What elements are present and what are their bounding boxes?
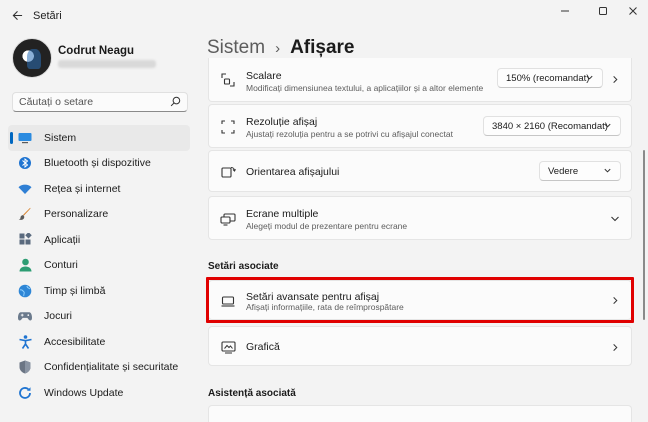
shield-icon bbox=[18, 360, 32, 374]
page-title: Afișare bbox=[290, 37, 355, 58]
sidebar-item-personalization[interactable]: Personalizare bbox=[8, 202, 190, 228]
setting-subtitle: Alegeți modul de prezentare pentru ecran… bbox=[246, 221, 408, 231]
maximize-icon bbox=[599, 7, 607, 15]
sidebar-item-label: Timp și limbă bbox=[44, 284, 106, 297]
sidebar-item-label: Aplicații bbox=[44, 233, 81, 246]
setting-card-resolution: Rezoluție afișaj Ajustați rezoluția pent… bbox=[208, 104, 632, 148]
setting-title: Orientarea afișajului bbox=[246, 166, 340, 178]
chevron-right-icon[interactable] bbox=[610, 342, 620, 352]
scale-dropdown[interactable]: 150% (recomandat) bbox=[497, 68, 603, 88]
update-icon bbox=[18, 386, 32, 400]
sidebar-item-label: Jocuri bbox=[44, 310, 73, 323]
breadcrumb-parent[interactable]: Sistem bbox=[207, 37, 265, 59]
resolution-dropdown[interactable]: 3840 × 2160 (Recomandat) bbox=[483, 116, 621, 136]
scrollbar[interactable] bbox=[643, 150, 645, 320]
sidebar-item-apps[interactable]: Aplicații bbox=[8, 227, 190, 253]
globe-icon bbox=[18, 284, 32, 298]
highlight-box bbox=[206, 277, 634, 323]
search-box[interactable] bbox=[12, 92, 188, 112]
app-title: Setări bbox=[33, 10, 62, 22]
setting-card-support[interactable] bbox=[208, 405, 632, 422]
sidebar-item-privacy[interactable]: Confidențialitate și securitate bbox=[8, 355, 190, 381]
gamepad-icon bbox=[18, 309, 32, 323]
wifi-icon bbox=[18, 182, 32, 196]
person-icon bbox=[18, 258, 32, 272]
sidebar-item-accounts[interactable]: Conturi bbox=[8, 253, 190, 279]
setting-subtitle: Ajustați rezoluția pentru a se potrivi c… bbox=[246, 129, 453, 139]
chevron-down-icon bbox=[604, 123, 611, 128]
close-icon bbox=[629, 7, 637, 15]
section-heading-related: Setări asociate bbox=[208, 261, 279, 272]
sidebar-item-sistem[interactable]: Sistem bbox=[8, 125, 190, 151]
setting-title: Ecrane multiple bbox=[246, 208, 319, 220]
sidebar-item-label: Personalizare bbox=[44, 208, 109, 221]
setting-title: Grafică bbox=[246, 341, 280, 353]
setting-card-graphics[interactable]: Grafică bbox=[208, 326, 632, 366]
sidebar-item-network[interactable]: Rețea și internet bbox=[8, 176, 190, 202]
back-button[interactable] bbox=[8, 6, 26, 24]
bluetooth-icon bbox=[18, 156, 32, 170]
setting-title: Scalare bbox=[246, 70, 282, 82]
sidebar-item-label: Bluetooth și dispozitive bbox=[44, 157, 151, 170]
sidebar-item-label: Accesibilitate bbox=[44, 335, 106, 348]
chevron-right-icon: › bbox=[275, 39, 281, 57]
orientation-dropdown[interactable]: Vedere bbox=[539, 161, 621, 181]
chevron-right-icon[interactable] bbox=[610, 74, 620, 84]
sidebar-item-label: Windows Update bbox=[44, 386, 124, 399]
graphics-icon bbox=[220, 339, 236, 355]
sidebar-item-accessibility[interactable]: Accesibilitate bbox=[8, 329, 190, 355]
sidebar-nav: Sistem Bluetooth și dispozitive Rețea și… bbox=[8, 125, 190, 406]
sidebar-item-windows-update[interactable]: Windows Update bbox=[8, 380, 190, 406]
setting-card-orientation: Orientarea afișajului Vedere bbox=[208, 150, 632, 192]
sidebar-item-label: Confidențialitate și securitate bbox=[44, 361, 179, 374]
user-email-blurred bbox=[58, 60, 156, 68]
avatar[interactable] bbox=[12, 38, 52, 78]
title-bar: Setări bbox=[0, 0, 648, 32]
multiple-displays-icon bbox=[220, 211, 236, 227]
minimize-icon bbox=[561, 10, 569, 12]
accessibility-icon bbox=[18, 334, 32, 349]
sidebar-item-gaming[interactable]: Jocuri bbox=[8, 304, 190, 330]
sidebar-item-label: Rețea și internet bbox=[44, 182, 121, 195]
apps-icon bbox=[18, 233, 32, 247]
dropdown-value: 3840 × 2160 (Recomandat) bbox=[492, 120, 608, 132]
search-input[interactable] bbox=[13, 93, 163, 111]
setting-card-scale: Scalare Modificați dimensiunea textului,… bbox=[208, 58, 632, 102]
chevron-down-icon bbox=[586, 75, 593, 80]
maximize-button[interactable] bbox=[591, 4, 615, 18]
setting-card-multiple-displays[interactable]: Ecrane multiple Alegeți modul de prezent… bbox=[208, 196, 632, 240]
sidebar-item-label: Conturi bbox=[44, 259, 78, 272]
chevron-down-icon bbox=[604, 168, 611, 173]
user-name: Codrut Neagu bbox=[58, 45, 135, 57]
monitor-icon bbox=[18, 131, 32, 145]
section-heading-support: Asistență asociată bbox=[208, 388, 296, 399]
setting-title: Rezoluție afișaj bbox=[246, 116, 318, 128]
sidebar-item-bluetooth[interactable]: Bluetooth și dispozitive bbox=[8, 151, 190, 177]
minimize-button[interactable] bbox=[553, 4, 577, 18]
arrow-left-icon bbox=[12, 10, 22, 20]
chevron-down-icon[interactable] bbox=[610, 214, 620, 224]
brush-icon bbox=[18, 207, 32, 221]
breadcrumb: Sistem › Afișare bbox=[207, 37, 355, 59]
sidebar-item-time-language[interactable]: Timp și limbă bbox=[8, 278, 190, 304]
dropdown-value: Vedere bbox=[548, 165, 579, 177]
search-icon[interactable] bbox=[170, 96, 181, 107]
close-button[interactable] bbox=[621, 4, 645, 18]
scale-icon bbox=[220, 72, 236, 88]
resolution-icon bbox=[220, 119, 236, 135]
orientation-icon bbox=[220, 164, 236, 180]
setting-subtitle: Modificați dimensiunea textului, a aplic… bbox=[246, 83, 484, 93]
sidebar-item-label: Sistem bbox=[44, 131, 77, 144]
dropdown-value: 150% (recomandat) bbox=[506, 72, 590, 84]
